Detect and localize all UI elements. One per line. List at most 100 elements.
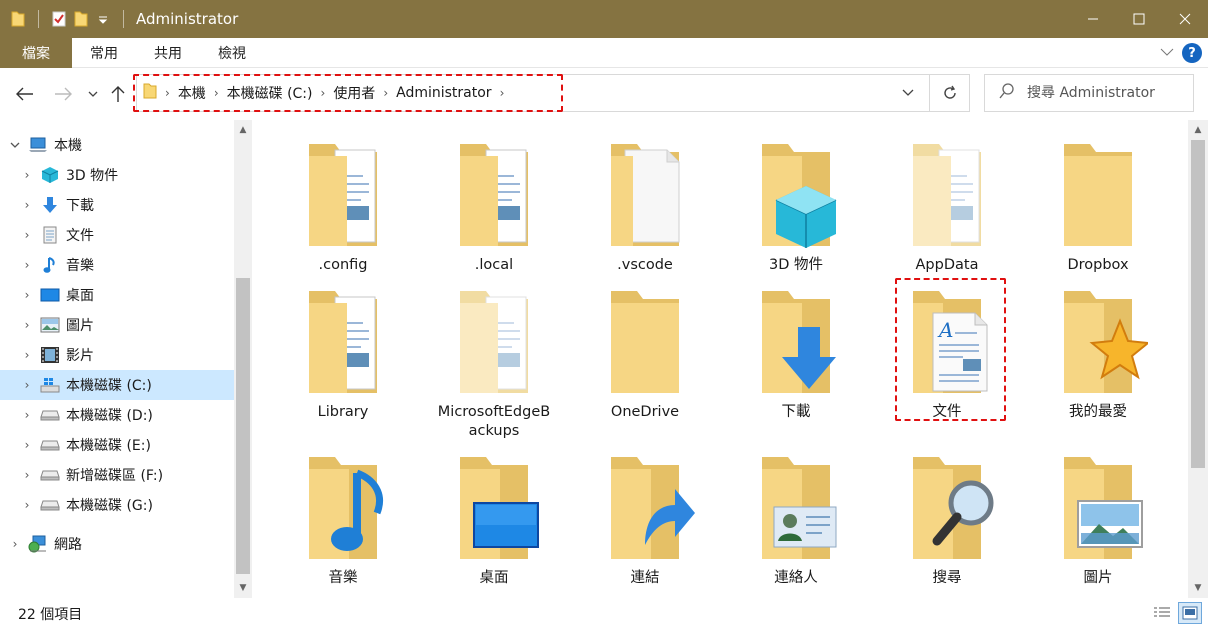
file-item-config[interactable]: .config bbox=[268, 136, 418, 275]
nav-item-music[interactable]: › 音樂 bbox=[0, 250, 234, 280]
file-item-pictures[interactable]: 圖片 bbox=[1023, 449, 1173, 588]
svg-text:A: A bbox=[937, 318, 953, 342]
link-arrow-icon bbox=[611, 457, 695, 559]
file-item-desktop[interactable]: 桌面 bbox=[419, 449, 569, 588]
nav-item-documents[interactable]: › 文件 bbox=[0, 220, 234, 250]
file-item-microsoftedgebackups[interactable]: MicrosoftEdgeBackups bbox=[419, 283, 569, 441]
nav-item-network[interactable]: › 網路 bbox=[0, 529, 234, 559]
nav-item-drive-g[interactable]: › 本機磁碟 (G:) bbox=[0, 490, 234, 520]
file-item-vscode[interactable]: .vscode bbox=[570, 136, 720, 275]
chevron-right-icon[interactable]: › bbox=[20, 348, 34, 362]
address-bar[interactable]: › 本機 › 本機磁碟 (C:) › 使用者 › Administrator › bbox=[136, 74, 970, 112]
properties-icon[interactable] bbox=[51, 11, 67, 27]
chevron-down-icon[interactable] bbox=[8, 141, 22, 149]
expand-ribbon-icon[interactable] bbox=[1160, 45, 1174, 61]
tab-file[interactable]: 檔案 bbox=[0, 37, 72, 68]
chevron-right-icon[interactable]: › bbox=[500, 86, 505, 100]
file-item-contacts[interactable]: 連絡人 bbox=[721, 449, 871, 588]
file-item-favorites[interactable]: 我的最愛 bbox=[1023, 283, 1173, 422]
windows-drive-icon bbox=[40, 376, 60, 394]
file-item-onedrive[interactable]: OneDrive bbox=[570, 283, 720, 422]
chevron-right-icon[interactable]: › bbox=[8, 537, 22, 551]
nav-item-3d-objects[interactable]: › 3D 物件 bbox=[0, 160, 234, 190]
file-item-label: 圖片 bbox=[1083, 570, 1113, 586]
file-item-local[interactable]: .local bbox=[419, 136, 569, 275]
nav-item-pictures[interactable]: › 圖片 bbox=[0, 310, 234, 340]
chevron-right-icon[interactable]: › bbox=[20, 438, 34, 452]
refresh-button[interactable] bbox=[929, 75, 969, 111]
help-button[interactable]: ? bbox=[1182, 43, 1202, 63]
scroll-down-arrow[interactable]: ▼ bbox=[234, 580, 252, 596]
chevron-right-icon[interactable]: › bbox=[20, 228, 34, 242]
chevron-right-icon[interactable]: › bbox=[20, 408, 34, 422]
breadcrumb-users[interactable]: 使用者 bbox=[333, 83, 375, 103]
file-item-documents[interactable]: A 文件 bbox=[872, 283, 1022, 422]
recent-locations-button[interactable] bbox=[86, 82, 100, 106]
navigation-pane: 本機 › 3D 物件 › 下載 › 文件 › 音樂 › 桌面 › 圖片 › 影片… bbox=[0, 120, 254, 598]
file-item-downloads[interactable]: 下載 bbox=[721, 283, 871, 422]
nav-item-drive-f[interactable]: › 新增磁碟區 (F:) bbox=[0, 460, 234, 490]
chevron-right-icon[interactable]: › bbox=[20, 258, 34, 272]
chevron-right-icon[interactable]: › bbox=[20, 198, 34, 212]
scroll-up-arrow[interactable]: ▲ bbox=[1188, 122, 1208, 138]
scroll-up-arrow[interactable]: ▲ bbox=[234, 122, 252, 138]
maximize-button[interactable] bbox=[1116, 0, 1162, 38]
chevron-right-icon[interactable]: › bbox=[165, 86, 170, 100]
nav-item-drive-c[interactable]: › 本機磁碟 (C:) bbox=[0, 370, 234, 400]
nav-item-drive-e[interactable]: › 本機磁碟 (E:) bbox=[0, 430, 234, 460]
forward-button[interactable] bbox=[52, 82, 74, 106]
folder-icon bbox=[143, 83, 157, 103]
chevron-right-icon[interactable]: › bbox=[20, 168, 34, 182]
nav-pane-scrollbar[interactable]: ▲ ▼ bbox=[234, 120, 252, 598]
file-item-links[interactable]: 連結 bbox=[570, 449, 720, 588]
content-scrollbar-thumb[interactable] bbox=[1191, 140, 1205, 468]
file-item-dropbox[interactable]: Dropbox bbox=[1023, 136, 1173, 275]
nav-item-desktop[interactable]: › 桌面 bbox=[0, 280, 234, 310]
chevron-right-icon[interactable]: › bbox=[20, 468, 34, 482]
breadcrumb-administrator[interactable]: Administrator bbox=[396, 85, 491, 101]
magnifier-icon bbox=[913, 457, 994, 559]
tab-view[interactable]: 檢視 bbox=[200, 38, 264, 68]
close-button[interactable] bbox=[1162, 0, 1208, 38]
large-icons-view-button[interactable] bbox=[1178, 602, 1202, 624]
file-item-label: 下載 bbox=[781, 404, 811, 420]
minimize-button[interactable] bbox=[1070, 0, 1116, 38]
file-item-library[interactable]: Library bbox=[268, 283, 418, 422]
chevron-right-icon[interactable]: › bbox=[214, 86, 219, 100]
file-item-3d-objects[interactable]: 3D 物件 bbox=[721, 136, 871, 275]
chevron-right-icon[interactable]: › bbox=[383, 86, 388, 100]
nav-item-this-pc[interactable]: 本機 bbox=[0, 130, 234, 160]
chevron-right-icon[interactable]: › bbox=[20, 498, 34, 512]
folder-icon bbox=[611, 291, 679, 393]
tab-share[interactable]: 共用 bbox=[136, 38, 200, 68]
network-icon bbox=[28, 535, 48, 553]
nav-item-videos[interactable]: › 影片 bbox=[0, 340, 234, 370]
breadcrumb-this-pc[interactable]: 本機 bbox=[178, 83, 206, 103]
new-folder-icon[interactable] bbox=[73, 11, 89, 27]
search-input[interactable] bbox=[1027, 85, 1187, 101]
details-view-icon bbox=[1154, 607, 1170, 617]
scroll-down-arrow[interactable]: ▼ bbox=[1188, 580, 1208, 596]
nav-item-drive-d[interactable]: › 本機磁碟 (D:) bbox=[0, 400, 234, 430]
customize-dropdown-icon[interactable] bbox=[95, 11, 111, 27]
nav-scrollbar-thumb[interactable] bbox=[236, 278, 250, 574]
nav-item-downloads[interactable]: › 下載 bbox=[0, 190, 234, 220]
details-view-button[interactable] bbox=[1150, 602, 1174, 624]
file-item-music[interactable]: 音樂 bbox=[268, 449, 418, 588]
content-scrollbar[interactable]: ▲ ▼ bbox=[1188, 120, 1208, 598]
chevron-right-icon[interactable]: › bbox=[20, 378, 34, 392]
breadcrumb-drive-c[interactable]: 本機磁碟 (C:) bbox=[227, 83, 313, 103]
address-dropdown-button[interactable] bbox=[895, 75, 921, 111]
chevron-right-icon[interactable]: › bbox=[20, 318, 34, 332]
file-item-label: AppData bbox=[915, 257, 979, 273]
chevron-right-icon[interactable]: › bbox=[321, 86, 326, 100]
file-item-appdata[interactable]: AppData bbox=[872, 136, 1022, 275]
file-item-searches[interactable]: 搜尋 bbox=[872, 449, 1022, 588]
status-bar: 22 個項目 bbox=[0, 598, 1208, 629]
search-box[interactable] bbox=[984, 74, 1194, 112]
up-button[interactable] bbox=[108, 82, 128, 106]
back-button[interactable] bbox=[14, 82, 36, 106]
chevron-right-icon[interactable]: › bbox=[20, 288, 34, 302]
tab-home[interactable]: 常用 bbox=[72, 38, 136, 68]
file-item-label: 文件 bbox=[932, 404, 962, 420]
